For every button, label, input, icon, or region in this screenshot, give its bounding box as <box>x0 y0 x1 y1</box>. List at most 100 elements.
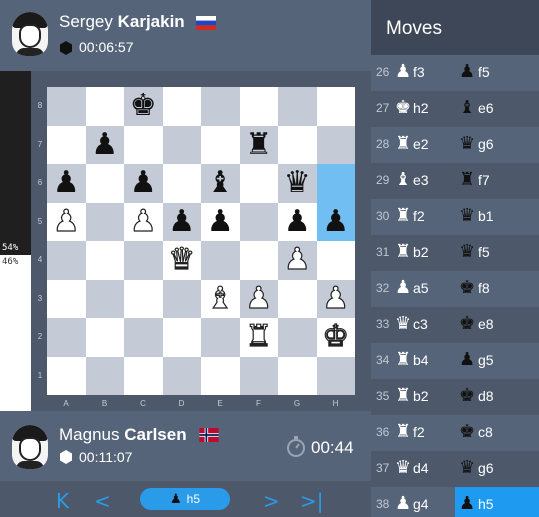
black-move[interactable]: f8 <box>478 280 490 296</box>
square-f3[interactable]: ♟ <box>239 279 278 318</box>
last-move-icon[interactable]: >| <box>300 489 324 513</box>
black-move[interactable]: f5 <box>478 244 490 260</box>
square-e6[interactable]: ♝ <box>201 164 240 203</box>
white-move[interactable]: d4 <box>413 460 429 476</box>
square-f2[interactable]: ♜ <box>239 318 278 357</box>
square-b1[interactable] <box>85 356 124 395</box>
move-row[interactable]: 38 ♟ g4 ♟ h5 <box>371 487 539 517</box>
white-pawn-icon[interactable]: ♟ <box>245 283 273 314</box>
previous-move-icon[interactable]: < <box>94 489 111 513</box>
white-move[interactable]: f2 <box>413 208 425 224</box>
square-b3[interactable] <box>85 279 124 318</box>
black-move-cell[interactable]: ♛ f5 <box>455 235 539 271</box>
black-move-cell[interactable]: ♚ f8 <box>455 271 539 307</box>
square-c3[interactable] <box>124 279 163 318</box>
square-a7[interactable] <box>47 125 86 164</box>
move-row[interactable]: 27 ♚ h2 ♝ e6 <box>371 91 539 127</box>
black-pawn-icon[interactable]: ♟ <box>168 206 195 237</box>
move-row[interactable]: 29 ♝ e3 ♜ f7 <box>371 163 539 199</box>
white-move[interactable]: h2 <box>413 100 429 116</box>
square-b8[interactable] <box>85 87 124 126</box>
black-move[interactable]: g6 <box>478 460 494 476</box>
move-row[interactable]: 36 ♜ f2 ♚ c8 <box>371 415 539 451</box>
chess-board[interactable]: ♚ ♟ ♜ ♟ ♟ ♝ ♛ ♟ ♟ ♟ ♟ ♟ ♟ ♛ ♟ ♝ ♟ ♟ ♜ ♚ <box>47 87 355 395</box>
square-g6[interactable]: ♛ <box>278 164 317 203</box>
white-move[interactable]: b4 <box>413 352 429 368</box>
square-h2[interactable]: ♚ <box>316 318 355 357</box>
white-move[interactable]: b2 <box>413 244 429 260</box>
black-move[interactable]: f7 <box>478 172 490 188</box>
square-g5[interactable]: ♟ <box>278 202 317 241</box>
black-move-cell[interactable]: ♚ d8 <box>455 379 539 415</box>
black-move-cell[interactable]: ♟ g5 <box>455 343 539 379</box>
black-move[interactable]: g5 <box>478 352 494 368</box>
black-move-cell[interactable]: ♜ f7 <box>455 163 539 199</box>
first-move-icon[interactable]: K <box>56 489 69 513</box>
move-row[interactable]: 37 ♛ d4 ♛ g6 <box>371 451 539 487</box>
black-move-cell[interactable]: ♚ c8 <box>455 415 539 451</box>
black-pawn-icon[interactable]: ♟ <box>322 206 349 237</box>
next-move-icon[interactable]: > <box>263 489 280 513</box>
square-b5[interactable] <box>85 202 124 241</box>
square-f7[interactable]: ♜ <box>239 125 278 164</box>
square-b4[interactable] <box>85 241 124 280</box>
current-move-pill[interactable]: ♟ h5 <box>140 488 230 510</box>
square-f5[interactable] <box>239 202 278 241</box>
white-queen-icon[interactable]: ♛ <box>168 244 196 275</box>
square-d3[interactable] <box>162 279 201 318</box>
black-move[interactable]: g6 <box>478 136 494 152</box>
white-move[interactable]: b2 <box>413 388 429 404</box>
square-h5[interactable]: ♟ <box>316 202 355 241</box>
black-pawn-icon[interactable]: ♟ <box>91 129 118 160</box>
white-pawn-icon[interactable]: ♟ <box>322 283 350 314</box>
square-e8[interactable] <box>201 87 240 126</box>
white-pawn-icon[interactable]: ♟ <box>129 206 157 237</box>
black-pawn-icon[interactable]: ♟ <box>53 168 80 198</box>
square-h1[interactable] <box>316 356 355 395</box>
square-e3[interactable]: ♝ <box>201 279 240 318</box>
white-bishop-icon[interactable]: ♝ <box>206 283 234 314</box>
white-move[interactable]: f2 <box>413 424 425 440</box>
black-move[interactable]: e6 <box>478 100 494 116</box>
white-move[interactable]: e2 <box>413 136 429 152</box>
square-c6[interactable]: ♟ <box>124 164 163 203</box>
white-move[interactable]: g4 <box>413 496 429 512</box>
move-row[interactable]: 31 ♜ b2 ♛ f5 <box>371 235 539 271</box>
black-move-cell[interactable]: ♟ f5 <box>455 55 539 91</box>
move-row[interactable]: 30 ♜ f2 ♛ b1 <box>371 199 539 235</box>
square-h6[interactable] <box>316 164 355 203</box>
white-move[interactable]: e3 <box>413 172 429 188</box>
move-row[interactable]: 28 ♜ e2 ♛ g6 <box>371 127 539 163</box>
square-d5[interactable]: ♟ <box>162 202 201 241</box>
square-e1[interactable] <box>201 356 240 395</box>
white-rook-icon[interactable]: ♜ <box>245 321 273 352</box>
white-move[interactable]: a5 <box>413 280 429 296</box>
square-d1[interactable] <box>162 356 201 395</box>
square-c7[interactable] <box>124 125 163 164</box>
black-move-cell[interactable]: ♛ g6 <box>455 451 539 487</box>
square-a3[interactable] <box>47 279 86 318</box>
square-e5[interactable]: ♟ <box>201 202 240 241</box>
square-h4[interactable] <box>316 241 355 280</box>
black-bishop-icon[interactable]: ♝ <box>207 168 234 198</box>
black-pawn-icon[interactable]: ♟ <box>207 206 234 237</box>
square-a6[interactable]: ♟ <box>47 164 86 203</box>
square-f1[interactable] <box>239 356 278 395</box>
move-row[interactable]: 35 ♜ b2 ♚ d8 <box>371 379 539 415</box>
square-g1[interactable] <box>278 356 317 395</box>
white-pawn-icon[interactable]: ♟ <box>283 244 311 275</box>
square-c5[interactable]: ♟ <box>124 202 163 241</box>
black-move[interactable]: b1 <box>478 208 494 224</box>
square-f6[interactable] <box>239 164 278 203</box>
square-e2[interactable] <box>201 318 240 357</box>
black-move-cell[interactable]: ♝ e6 <box>455 91 539 127</box>
square-d8[interactable] <box>162 87 201 126</box>
black-move[interactable]: d8 <box>478 388 494 404</box>
black-pawn-icon[interactable]: ♟ <box>284 206 311 237</box>
square-c4[interactable] <box>124 241 163 280</box>
square-f8[interactable] <box>239 87 278 126</box>
square-g8[interactable] <box>278 87 317 126</box>
square-c2[interactable] <box>124 318 163 357</box>
square-d4[interactable]: ♛ <box>162 241 201 280</box>
white-move[interactable]: f3 <box>413 64 425 80</box>
